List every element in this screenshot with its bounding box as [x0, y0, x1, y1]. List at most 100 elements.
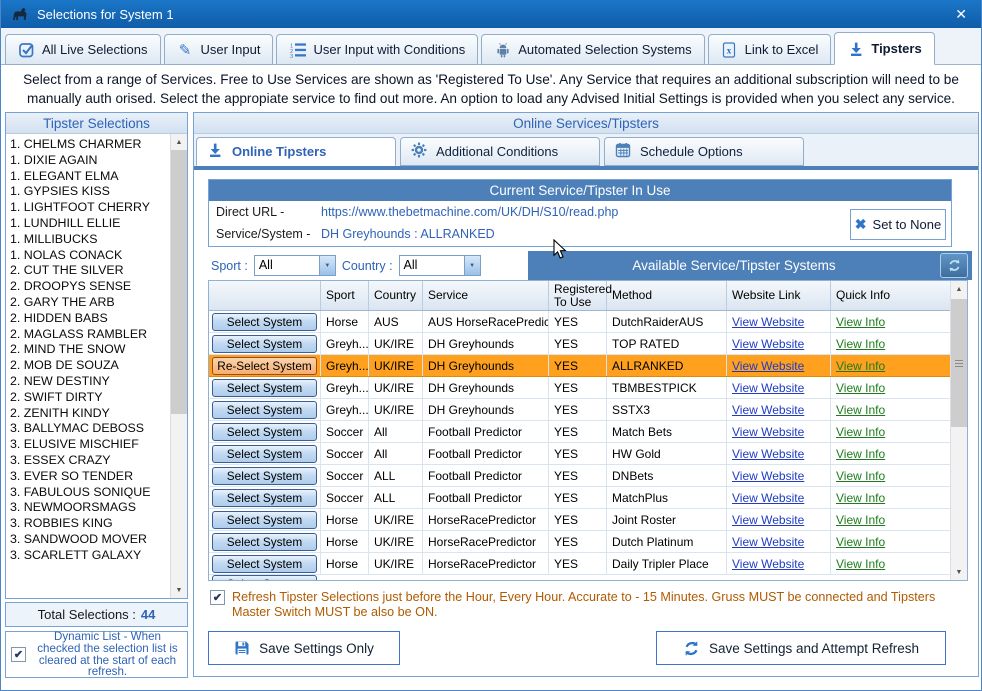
view-website-link[interactable]: View Website — [732, 469, 804, 483]
view-info-link[interactable]: View Info — [836, 469, 885, 483]
table-scrollbar[interactable]: ▲ ▼ — [950, 281, 967, 580]
list-item[interactable]: 2. NEW DESTINY — [10, 374, 168, 390]
subtab-online-tipsters[interactable]: Online Tipsters — [196, 137, 396, 166]
view-website-link[interactable]: View Website — [732, 447, 804, 461]
view-website-link[interactable]: View Website — [732, 557, 804, 571]
select-system-button[interactable]: Select System — [212, 313, 317, 331]
list-item[interactable]: 3. EVER SO TENDER — [10, 469, 168, 485]
view-website-link[interactable]: View Website — [732, 535, 804, 549]
scroll-up-icon[interactable]: ▲ — [171, 134, 187, 150]
select-system-button[interactable]: Select System — [212, 467, 317, 485]
scrollbar-thumb[interactable] — [171, 150, 187, 414]
view-info-link[interactable]: View Info — [836, 513, 885, 527]
save-settings-button[interactable]: Save Settings Only — [208, 631, 400, 665]
tipster-selection-list[interactable]: 1. CHELMS CHARMER1. DIXIE AGAIN1. ELEGAN… — [6, 134, 170, 598]
list-item[interactable]: 2. CUT THE SILVER — [10, 263, 168, 279]
cell-country: All — [369, 421, 423, 442]
list-item[interactable]: 2. MAGLASS RAMBLER — [10, 327, 168, 343]
cell-registered: YES — [549, 509, 607, 530]
view-website-link[interactable]: View Website — [732, 425, 804, 439]
list-item[interactable]: 2. DROOPYS SENSE — [10, 279, 168, 295]
select-system-button[interactable]: Select System — [212, 445, 317, 463]
tab-user-input-with-conditions[interactable]: 123User Input with Conditions — [276, 34, 478, 65]
view-website-link[interactable]: View Website — [732, 359, 804, 373]
view-info-link[interactable]: View Info — [836, 557, 885, 571]
view-website-link[interactable]: View Website — [732, 315, 804, 329]
list-item[interactable]: 2. HIDDEN BABS — [10, 311, 168, 327]
view-website-link[interactable]: View Website — [732, 381, 804, 395]
set-to-none-button[interactable]: ✖ Set to None — [850, 209, 946, 240]
list-item[interactable]: 2. GARY THE ARB — [10, 295, 168, 311]
list-item[interactable]: 1. NOLAS CONACK — [10, 248, 168, 264]
list-item[interactable]: 3. SCARLETT GALAXY — [10, 548, 168, 564]
save-and-refresh-button[interactable]: Save Settings and Attempt Refresh — [656, 631, 946, 665]
view-info-link[interactable]: View Info — [836, 359, 885, 373]
select-system-button[interactable]: Select System — [212, 401, 317, 419]
close-icon[interactable]: ✕ — [951, 6, 971, 23]
scrollbar-thumb[interactable] — [951, 299, 967, 427]
list-item[interactable]: 1. DIXIE AGAIN — [10, 153, 168, 169]
direct-url-value[interactable]: https://www.thebetmachine.com/UK/DH/S10/… — [321, 205, 618, 219]
list-item[interactable]: 3. FABULOUS SONIQUE — [10, 485, 168, 501]
list-scrollbar[interactable]: ▲ ▼ — [170, 134, 187, 598]
list-item[interactable]: 2. ZENITH KINDY — [10, 406, 168, 422]
view-website-link[interactable]: View Website — [732, 491, 804, 505]
subtab-schedule-options[interactable]: Schedule Options — [604, 137, 804, 166]
scroll-up-icon[interactable]: ▲ — [951, 281, 967, 297]
view-info-link[interactable]: View Info — [836, 403, 885, 417]
select-system-button[interactable]: Select System — [212, 335, 317, 353]
sport-dropdown[interactable]: All ▼ — [254, 255, 336, 276]
select-system-button[interactable]: Select System — [212, 423, 317, 441]
cell-service: DH Greyhounds — [423, 333, 549, 354]
cell-method: MatchPlus — [607, 487, 727, 508]
download-icon — [847, 40, 864, 57]
list-item[interactable]: 3. BALLYMAC DEBOSS — [10, 421, 168, 437]
view-info-link[interactable]: View Info — [836, 381, 885, 395]
list-item[interactable]: 3. NEWMOORSMAGS — [10, 500, 168, 516]
tab-link-to-excel[interactable]: xLink to Excel — [708, 34, 832, 65]
view-info-link[interactable]: View Info — [836, 315, 885, 329]
list-item[interactable]: 3. ESSEX CRAZY — [10, 453, 168, 469]
select-system-button[interactable]: Select System — [212, 575, 317, 580]
list-item[interactable]: 2. SWIFT DIRTY — [10, 390, 168, 406]
country-dropdown[interactable]: All ▼ — [399, 255, 481, 276]
list-item[interactable]: 3. ROBBIES KING — [10, 516, 168, 532]
subtab-additional-conditions[interactable]: Additional Conditions — [400, 137, 600, 166]
scroll-down-icon[interactable]: ▼ — [951, 564, 967, 580]
list-item[interactable]: 1. LUNDHILL ELLIE — [10, 216, 168, 232]
view-website-link[interactable]: View Website — [732, 337, 804, 351]
list-item[interactable]: 1. GYPSIES KISS — [10, 184, 168, 200]
scroll-down-icon[interactable]: ▼ — [171, 582, 187, 598]
select-system-button[interactable]: Select System — [212, 511, 317, 529]
view-info-link[interactable]: View Info — [836, 535, 885, 549]
list-item[interactable]: 3. SANDWOOD MOVER — [10, 532, 168, 548]
view-info-link[interactable]: View Info — [836, 425, 885, 439]
list-item[interactable]: 1. CHELMS CHARMER — [10, 137, 168, 153]
hourly-refresh-checkbox[interactable]: ✔ — [210, 590, 225, 605]
re-select-system-button[interactable]: Re-Select System — [212, 357, 317, 375]
view-info-link[interactable]: View Info — [836, 337, 885, 351]
list-item[interactable]: 3. ELUSIVE MISCHIEF — [10, 437, 168, 453]
table-row: Select SystemHorseUK/IREHorseRacePredict… — [209, 531, 951, 553]
tab-all-live-selections[interactable]: All Live Selections — [5, 34, 161, 65]
list-item[interactable]: 2. MIND THE SNOW — [10, 342, 168, 358]
chevron-down-icon[interactable]: ▼ — [464, 256, 480, 275]
list-item[interactable]: 1. MILLIBUCKS — [10, 232, 168, 248]
view-info-link[interactable]: View Info — [836, 491, 885, 505]
list-item[interactable]: 1. ELEGANT ELMA — [10, 169, 168, 185]
view-website-link[interactable]: View Website — [732, 403, 804, 417]
select-system-button[interactable]: Select System — [212, 489, 317, 507]
tab-automated-selection-systems[interactable]: Automated Selection Systems — [481, 34, 704, 65]
select-system-button[interactable]: Select System — [212, 533, 317, 551]
select-system-button[interactable]: Select System — [212, 555, 317, 573]
select-system-button[interactable]: Select System — [212, 379, 317, 397]
dynamic-list-checkbox[interactable]: ✔ — [11, 647, 26, 662]
view-info-link[interactable]: View Info — [836, 447, 885, 461]
list-item[interactable]: 1. LIGHTFOOT CHERRY — [10, 200, 168, 216]
tab-tipsters[interactable]: Tipsters — [834, 32, 934, 65]
refresh-list-button[interactable] — [940, 253, 968, 278]
view-website-link[interactable]: View Website — [732, 513, 804, 527]
tab-user-input[interactable]: ✎User Input — [164, 34, 274, 65]
list-item[interactable]: 2. MOB DE SOUZA — [10, 358, 168, 374]
chevron-down-icon[interactable]: ▼ — [319, 256, 335, 275]
